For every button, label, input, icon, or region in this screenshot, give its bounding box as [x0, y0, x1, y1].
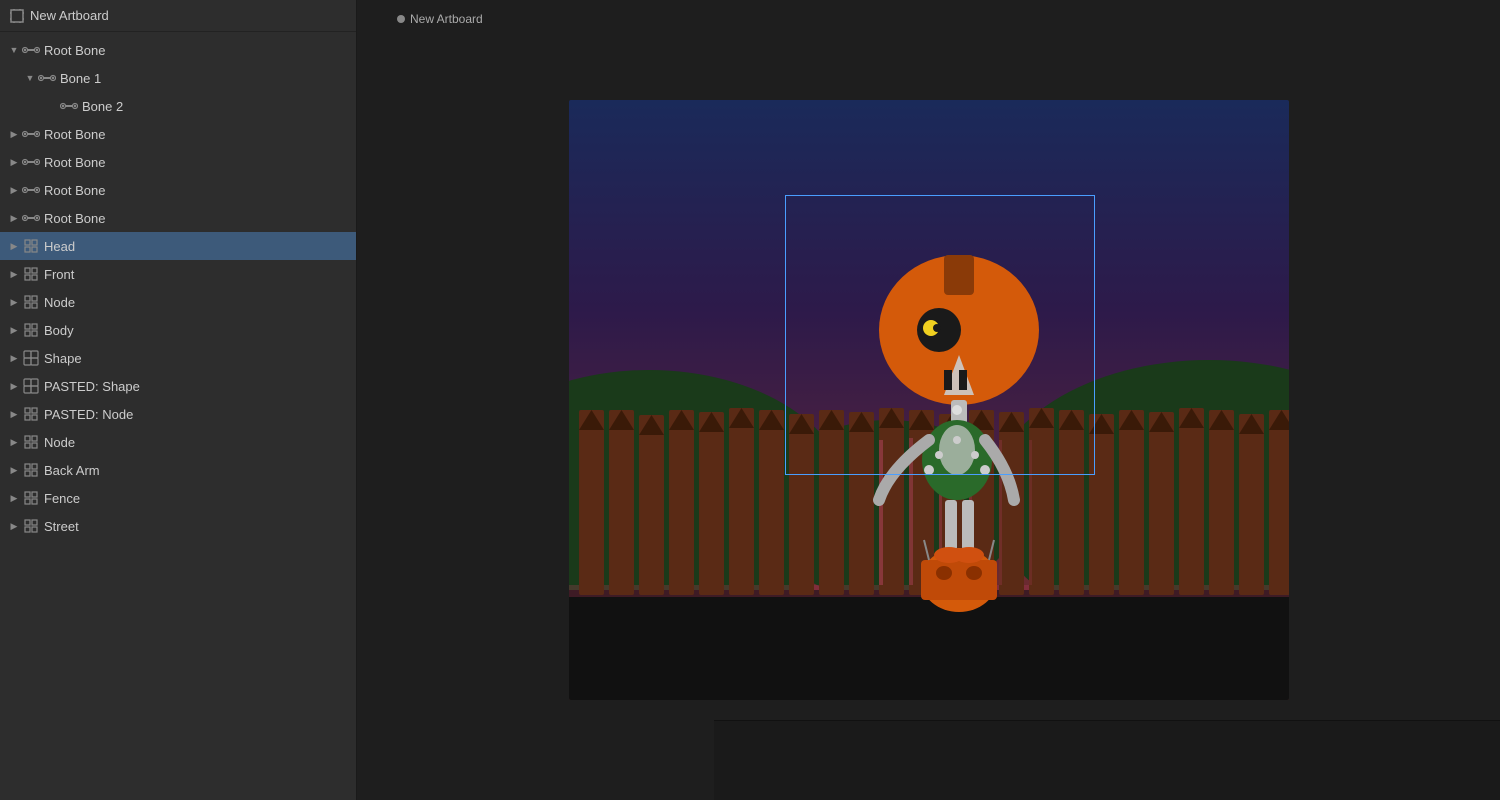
tree-item-head[interactable]: Head: [0, 232, 356, 260]
expand-btn[interactable]: [6, 210, 22, 226]
item-label: Node: [44, 295, 75, 310]
expand-btn[interactable]: [6, 154, 22, 170]
node-icon: [22, 517, 40, 535]
expand-btn[interactable]: [6, 434, 22, 450]
node-icon: [22, 461, 40, 479]
tree-item-root-bone-1[interactable]: Root Bone: [0, 36, 356, 64]
tree-item-bone2[interactable]: Bone 2: [0, 92, 356, 120]
tree-item-back-arm[interactable]: Back Arm: [0, 456, 356, 484]
bone-icon: [22, 153, 40, 171]
item-label: PASTED: Node: [44, 407, 133, 422]
item-label: Fence: [44, 491, 80, 506]
expand-btn[interactable]: [6, 406, 22, 422]
bone-icon: [22, 41, 40, 59]
tree-item-root-bone-3[interactable]: Root Bone: [0, 148, 356, 176]
item-label: Root Bone: [44, 43, 105, 58]
expand-btn[interactable]: [6, 294, 22, 310]
artboard-frame[interactable]: [569, 100, 1289, 700]
item-label: Root Bone: [44, 211, 105, 226]
expand-btn[interactable]: [6, 266, 22, 282]
bone-icon: [22, 209, 40, 227]
expand-btn[interactable]: [6, 378, 22, 394]
tree-item-shape[interactable]: Shape: [0, 344, 356, 372]
expand-btn-empty: [44, 98, 60, 114]
expand-btn[interactable]: [6, 126, 22, 142]
item-label: Head: [44, 239, 75, 254]
node-icon: [22, 321, 40, 339]
tree-item-body[interactable]: Body: [0, 316, 356, 344]
bone-icon: [22, 181, 40, 199]
tree-item-root-bone-4[interactable]: Root Bone: [0, 176, 356, 204]
bone-icon: [38, 69, 56, 87]
item-label: Front: [44, 267, 74, 282]
expand-btn[interactable]: [22, 70, 38, 86]
panel-header: New Artboard: [0, 0, 356, 32]
node-icon: [22, 405, 40, 423]
tree-item-fence[interactable]: Fence: [0, 484, 356, 512]
expand-btn[interactable]: [6, 490, 22, 506]
expand-btn[interactable]: [6, 322, 22, 338]
node-icon: [22, 265, 40, 283]
item-label: Bone 2: [82, 99, 123, 114]
shape-icon: [22, 349, 40, 367]
expand-btn[interactable]: [6, 238, 22, 254]
scene-svg: [569, 100, 1289, 700]
tree-item-pasted-node[interactable]: PASTED: Node: [0, 400, 356, 428]
node-icon: [22, 489, 40, 507]
item-label: Back Arm: [44, 463, 100, 478]
expand-btn[interactable]: [6, 462, 22, 478]
item-label: Bone 1: [60, 71, 101, 86]
artboard-icon: [10, 9, 24, 23]
item-label: Node: [44, 435, 75, 450]
main-canvas[interactable]: New Artboard: [357, 0, 1500, 800]
expand-btn[interactable]: [6, 350, 22, 366]
node-icon: [22, 293, 40, 311]
item-label: Root Bone: [44, 127, 105, 142]
layer-tree[interactable]: Root Bone Bone 1: [0, 32, 356, 800]
canvas-area: Background New Artboard: [357, 0, 1500, 800]
artboard-name: New Artboard: [410, 12, 483, 26]
tree-item-node-2[interactable]: Node: [0, 428, 356, 456]
item-label: Shape: [44, 351, 82, 366]
tree-item-front[interactable]: Front: [0, 260, 356, 288]
layer-panel: New Artboard Root Bone: [0, 0, 357, 800]
tree-item-street[interactable]: Street: [0, 512, 356, 540]
tree-item-bone1[interactable]: Bone 1: [0, 64, 356, 92]
shape-icon: [22, 377, 40, 395]
panel-title-label: New Artboard: [30, 8, 109, 23]
item-label: Root Bone: [44, 183, 105, 198]
item-label: Root Bone: [44, 155, 105, 170]
bottom-strip: [714, 720, 1500, 800]
expand-btn[interactable]: [6, 182, 22, 198]
tree-item-root-bone-5[interactable]: Root Bone: [0, 204, 356, 232]
item-label: Body: [44, 323, 74, 338]
tree-item-pasted-shape[interactable]: PASTED: Shape: [0, 372, 356, 400]
item-label: Street: [44, 519, 79, 534]
tree-item-root-bone-2[interactable]: Root Bone: [0, 120, 356, 148]
artboard-dot: [397, 15, 405, 23]
artboard-label: New Artboard: [397, 12, 483, 26]
item-label: PASTED: Shape: [44, 379, 140, 394]
tree-item-node-1[interactable]: Node: [0, 288, 356, 316]
bone-icon: [60, 97, 78, 115]
expand-btn[interactable]: [6, 518, 22, 534]
bone-icon: [22, 125, 40, 143]
node-icon: [22, 433, 40, 451]
node-icon: [22, 237, 40, 255]
expand-btn[interactable]: [6, 42, 22, 58]
